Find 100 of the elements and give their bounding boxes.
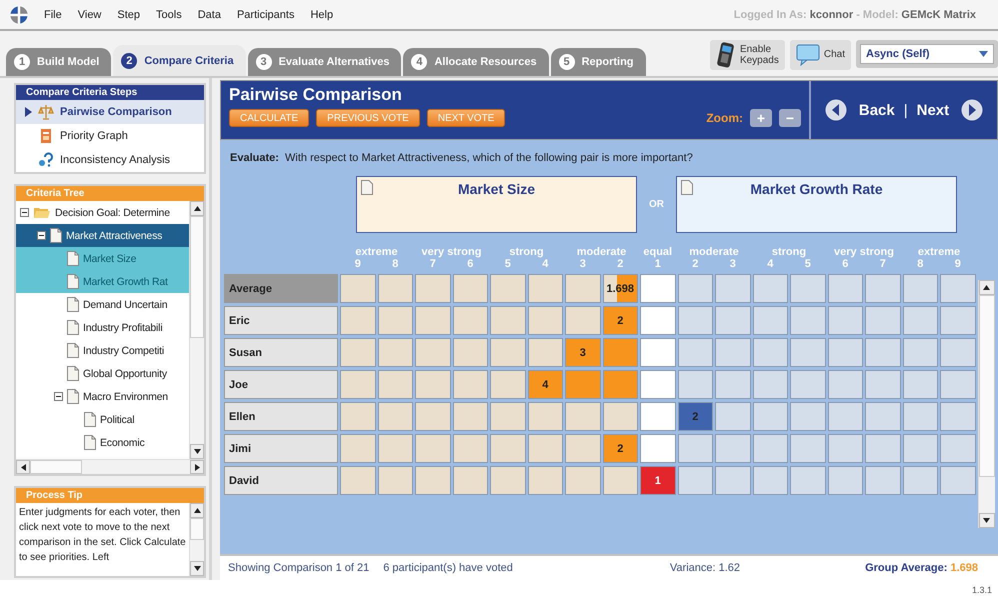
rating-cell[interactable]: [490, 306, 526, 335]
rating-cell[interactable]: [828, 306, 863, 335]
rating-cell[interactable]: [640, 274, 676, 303]
tree-item[interactable]: Economic: [16, 431, 189, 454]
rating-cell[interactable]: [865, 370, 900, 399]
rating-cell[interactable]: [490, 466, 526, 495]
rating-cell[interactable]: [828, 434, 863, 463]
rating-cell[interactable]: [865, 306, 900, 335]
rating-cell[interactable]: [790, 370, 826, 399]
rating-cell[interactable]: [340, 274, 376, 303]
rating-cell[interactable]: [378, 338, 413, 367]
tree-item[interactable]: Market Growth Rat: [16, 270, 189, 293]
rating-cell[interactable]: 1: [640, 466, 676, 495]
workflow-tab[interactable]: 1 Build Model: [6, 48, 112, 76]
rating-cell[interactable]: [490, 434, 526, 463]
rating-cell[interactable]: [490, 370, 526, 399]
rating-cell[interactable]: [490, 274, 526, 303]
menu-item[interactable]: Help: [310, 8, 334, 20]
rating-cell[interactable]: [678, 434, 713, 463]
tree-item[interactable]: Market Attractiveness: [16, 224, 189, 247]
rating-cell[interactable]: 3: [565, 338, 600, 367]
rating-cell[interactable]: [415, 306, 450, 335]
rating-cell[interactable]: [528, 434, 563, 463]
menu-item[interactable]: View: [78, 8, 102, 20]
rating-cell[interactable]: [678, 274, 713, 303]
rating-cell[interactable]: [528, 274, 563, 303]
rating-cell[interactable]: [902, 402, 938, 431]
rating-cell[interactable]: [865, 402, 900, 431]
rating-cell[interactable]: [902, 370, 938, 399]
rating-cell[interactable]: [752, 402, 788, 431]
rating-cell[interactable]: [940, 338, 976, 367]
rating-cell[interactable]: [452, 306, 488, 335]
rating-cell[interactable]: [752, 434, 788, 463]
rating-cell[interactable]: [828, 274, 863, 303]
tree-item[interactable]: Industry Profitabili: [16, 316, 189, 339]
rating-cell[interactable]: [640, 434, 676, 463]
sidebar-item[interactable]: Inconsistency Analysis: [16, 148, 204, 172]
rating-cell[interactable]: [565, 402, 600, 431]
rating-cell[interactable]: 4: [528, 370, 563, 399]
rating-cell[interactable]: [940, 434, 976, 463]
rating-cell[interactable]: [415, 370, 450, 399]
rating-cell[interactable]: [452, 466, 488, 495]
scroll-left-icon[interactable]: [20, 464, 26, 470]
rating-cell[interactable]: [528, 466, 563, 495]
rating-cell[interactable]: [565, 370, 600, 399]
rating-cell[interactable]: [490, 338, 526, 367]
menu-item[interactable]: Participants: [236, 8, 294, 20]
rating-cell[interactable]: [752, 338, 788, 367]
rating-cell[interactable]: 2: [602, 306, 638, 335]
rating-cell[interactable]: [640, 402, 676, 431]
rating-cell[interactable]: [940, 402, 976, 431]
rating-cell[interactable]: [940, 274, 976, 303]
menu-item[interactable]: Data: [198, 8, 221, 20]
rating-cell[interactable]: [715, 434, 750, 463]
horizontal-scrollbar[interactable]: [16, 459, 204, 474]
tree-item[interactable]: Macro Environmen: [16, 385, 189, 408]
rating-cell[interactable]: [340, 338, 376, 367]
rating-cell[interactable]: [940, 306, 976, 335]
rating-cell[interactable]: [940, 370, 976, 399]
rating-cell[interactable]: [790, 434, 826, 463]
back-button[interactable]: Back: [822, 99, 898, 121]
tree-item[interactable]: Global Opportunity: [16, 362, 189, 385]
workflow-tab[interactable]: 4 Allocate Resources: [403, 48, 549, 76]
rating-cell[interactable]: [602, 466, 638, 495]
rating-cell[interactable]: [902, 434, 938, 463]
rating-cell[interactable]: [528, 402, 563, 431]
rating-cell[interactable]: [340, 402, 376, 431]
rating-cell[interactable]: [902, 274, 938, 303]
enable-keypads-button[interactable]: Enable Keypads: [710, 40, 785, 70]
rating-cell[interactable]: [940, 466, 976, 495]
rating-cell[interactable]: [340, 466, 376, 495]
scroll-up-icon[interactable]: [983, 285, 990, 290]
scroll-up-icon[interactable]: [194, 508, 200, 513]
scrollbar[interactable]: [189, 503, 204, 576]
menu-item[interactable]: File: [44, 8, 62, 20]
rating-cell[interactable]: [640, 338, 676, 367]
rating-cell[interactable]: [790, 466, 826, 495]
rating-cell[interactable]: [415, 402, 450, 431]
mode-dropdown[interactable]: Async (Self): [860, 44, 994, 64]
tree-item[interactable]: Decision Goal: Determine: [16, 201, 189, 224]
scrollbar[interactable]: [978, 280, 994, 528]
rating-cell[interactable]: [715, 466, 750, 495]
rating-cell[interactable]: [565, 306, 600, 335]
rating-cell[interactable]: [378, 370, 413, 399]
scroll-down-icon[interactable]: [194, 566, 200, 571]
rating-cell[interactable]: [602, 370, 638, 399]
rating-cell[interactable]: [415, 466, 450, 495]
sidebar-item[interactable]: Priority Graph: [16, 124, 204, 148]
collapse-icon[interactable]: [37, 231, 46, 240]
scroll-right-icon[interactable]: [194, 464, 200, 470]
rating-cell[interactable]: [790, 306, 826, 335]
rating-cell[interactable]: 2: [602, 434, 638, 463]
workflow-tab[interactable]: 3 Evaluate Alternatives: [248, 48, 402, 76]
rating-cell[interactable]: [865, 434, 900, 463]
sidebar-item[interactable]: Pairwise Comparison: [16, 100, 204, 124]
scroll-down-icon[interactable]: [983, 518, 990, 523]
rating-cell[interactable]: [715, 338, 750, 367]
rating-cell[interactable]: [902, 338, 938, 367]
rating-cell[interactable]: [378, 306, 413, 335]
rating-cell[interactable]: [902, 466, 938, 495]
